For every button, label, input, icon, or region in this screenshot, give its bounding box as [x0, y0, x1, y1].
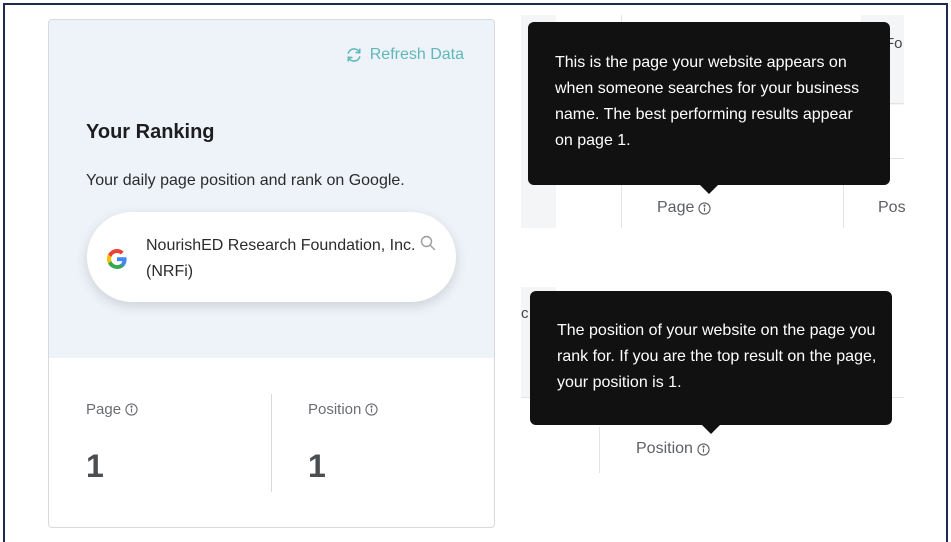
ranking-title: Your Ranking — [86, 121, 215, 143]
position-tooltip-text: The position of your website on the page… — [557, 322, 877, 391]
search-icon[interactable] — [420, 235, 436, 251]
search-query-text: NourishED Research Foundation, Inc. (NRF… — [146, 237, 416, 280]
partial-left-text: c — [521, 305, 529, 322]
page-metric-value: 1 — [86, 448, 104, 484]
snippet-column-divider — [599, 427, 600, 473]
position-column-label: Position — [636, 440, 693, 457]
refresh-icon — [347, 48, 361, 62]
info-icon[interactable] — [125, 403, 138, 416]
page-column-label: Page — [657, 199, 695, 216]
metrics-divider — [271, 394, 272, 492]
refresh-data-button[interactable]: Refresh Data — [345, 46, 464, 64]
position-metric-value: 1 — [308, 448, 326, 484]
position-column-partial: Pos — [878, 199, 906, 216]
page-tooltip: This is the page your website appears on… — [528, 22, 890, 194]
tooltip-arrow — [700, 185, 718, 194]
info-icon[interactable] — [365, 403, 379, 416]
info-icon[interactable] — [698, 201, 712, 215]
google-logo-icon — [106, 249, 127, 270]
info-icon[interactable] — [697, 442, 710, 456]
page-column-header: Page — [657, 199, 712, 217]
position-label-text: Position — [308, 401, 362, 418]
page-tooltip-text: This is the page your website appears on… — [555, 54, 860, 149]
snippet-column-divider — [843, 185, 844, 228]
position-tooltip: The position of your website on the page… — [530, 291, 892, 434]
refresh-data-label: Refresh Data — [369, 46, 464, 63]
google-search-pill: NourishED Research Foundation, Inc. (NRF… — [87, 212, 456, 302]
position-metric-label: Position — [308, 401, 379, 418]
ranking-subtitle: Your daily page position and rank on Goo… — [86, 172, 405, 189]
tooltip-arrow — [702, 425, 720, 434]
position-column-header: Position — [636, 440, 710, 458]
ranking-card: Refresh Data Your Ranking Your daily pag… — [48, 19, 495, 528]
page-metric-label: Page — [86, 401, 138, 418]
page-label-text: Page — [86, 401, 122, 418]
